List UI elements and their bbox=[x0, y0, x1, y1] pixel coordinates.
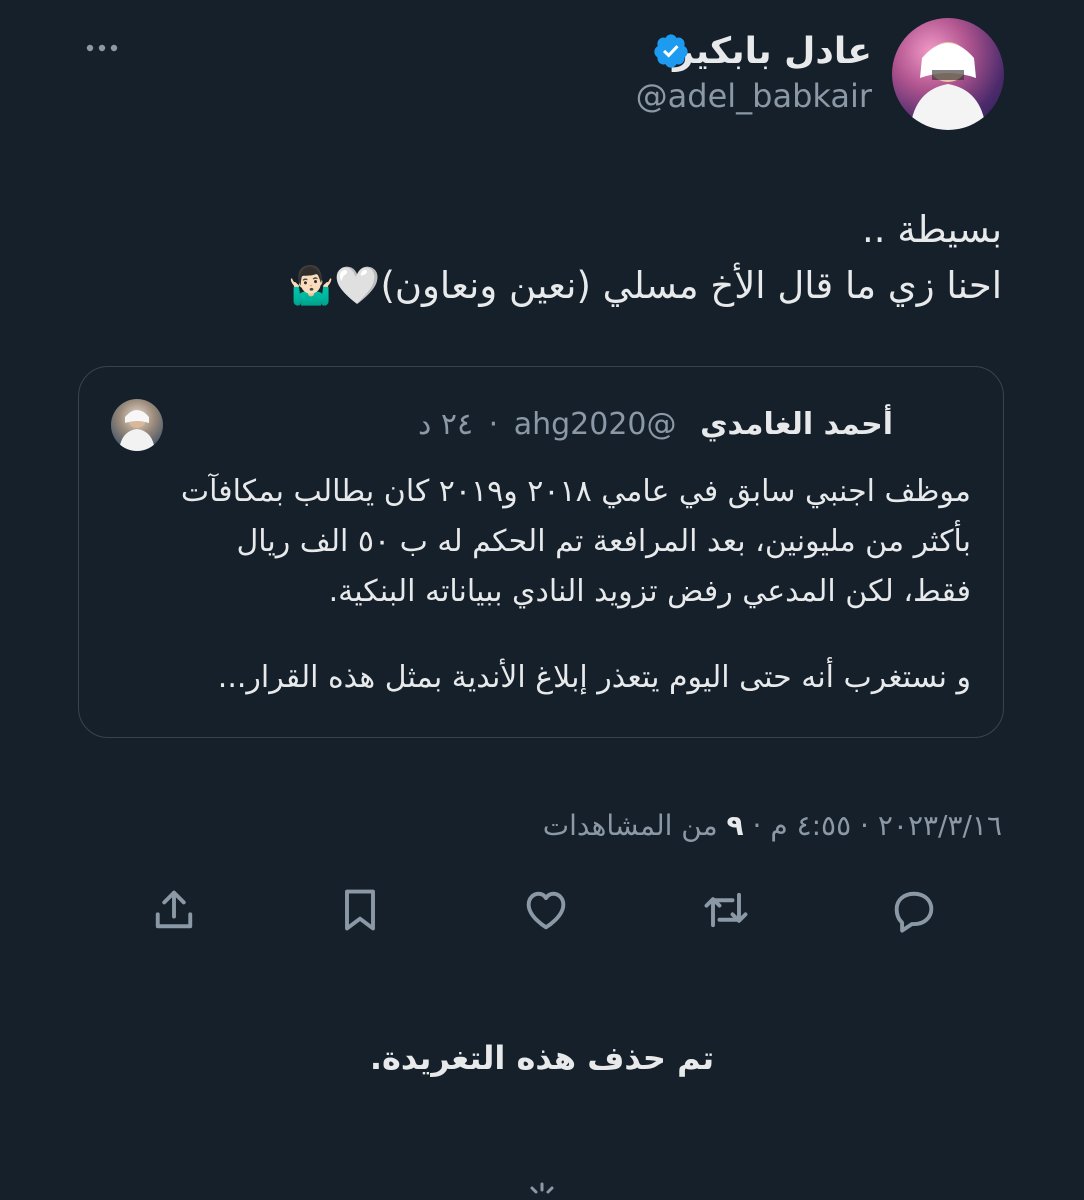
views-label: من المشاهدات bbox=[542, 809, 718, 842]
quoted-time: ٢٤ د bbox=[417, 407, 474, 442]
tweet-time[interactable]: ٤:٥٥ م bbox=[770, 809, 851, 842]
author-display-name[interactable]: عادل بابكير bbox=[673, 30, 872, 74]
meta-separator: · bbox=[851, 809, 869, 842]
share-button[interactable] bbox=[148, 884, 200, 936]
like-button[interactable] bbox=[520, 884, 572, 936]
tweet-date[interactable]: ٢٠٢٣/٣/١٦ bbox=[878, 809, 1002, 842]
quoted-text: موظف اجنبي سابق في عامي ٢٠١٨ و٢٠١٩ كان ي… bbox=[111, 467, 971, 703]
tweet-line: احنا زي ما قال الأخ مسلي (نعين ونعاون)🤍🤷… bbox=[288, 264, 1002, 307]
retweet-icon bbox=[704, 892, 748, 928]
author-avatar[interactable] bbox=[892, 18, 1004, 130]
reply-icon bbox=[894, 891, 934, 933]
retweet-button[interactable] bbox=[700, 884, 752, 936]
reply-button[interactable] bbox=[888, 884, 940, 936]
tweet-text: بسيطة .. احنا زي ما قال الأخ مسلي (نعين … bbox=[82, 202, 1002, 314]
quoted-line: موظف اجنبي سابق في عامي ٢٠١٨ و٢٠١٩ كان ي… bbox=[180, 474, 971, 509]
quoted-author-name: أحمد الغامدي bbox=[700, 407, 893, 442]
verified-badge-icon bbox=[654, 34, 688, 68]
loading-spinner-icon bbox=[530, 1182, 554, 1194]
quoted-paragraph-gap bbox=[111, 617, 971, 653]
author-handle[interactable]: @adel_babkair bbox=[636, 76, 872, 116]
bookmark-icon bbox=[345, 889, 375, 931]
quoted-tweet-card[interactable]: أحمد الغامدي @ahg2020 · ٢٤ د موظف اجنبي … bbox=[78, 366, 1004, 738]
more-options-icon[interactable] bbox=[82, 28, 122, 68]
quoted-separator: · bbox=[488, 407, 499, 442]
deleted-tweet-notice: تم حذف هذه التغريدة. bbox=[369, 1039, 715, 1077]
bookmark-button[interactable] bbox=[334, 884, 386, 936]
meta-separator: · bbox=[743, 809, 762, 842]
tweet-meta: ٢٠٢٣/٣/١٦ · ٤:٥٥ م · ٩ من المشاهدات bbox=[543, 804, 1002, 848]
quoted-line: بأكثر من مليونين، بعد المرافعة تم الحكم … bbox=[236, 524, 971, 559]
quoted-line: و نستغرب أنه حتى اليوم يتعذر إبلاغ الأند… bbox=[217, 660, 971, 695]
quoted-line: فقط، لكن المدعي رفض تزويد النادي ببيانات… bbox=[328, 574, 971, 609]
quoted-author-avatar bbox=[111, 399, 163, 451]
quoted-author-handle: @ahg2020 bbox=[513, 407, 677, 442]
share-icon bbox=[155, 890, 193, 929]
heart-icon bbox=[526, 891, 566, 930]
quoted-header: أحمد الغامدي @ahg2020 · ٢٤ د bbox=[418, 403, 893, 447]
tweet-line: بسيطة .. bbox=[862, 208, 1002, 251]
views-count: ٩ bbox=[726, 809, 744, 842]
